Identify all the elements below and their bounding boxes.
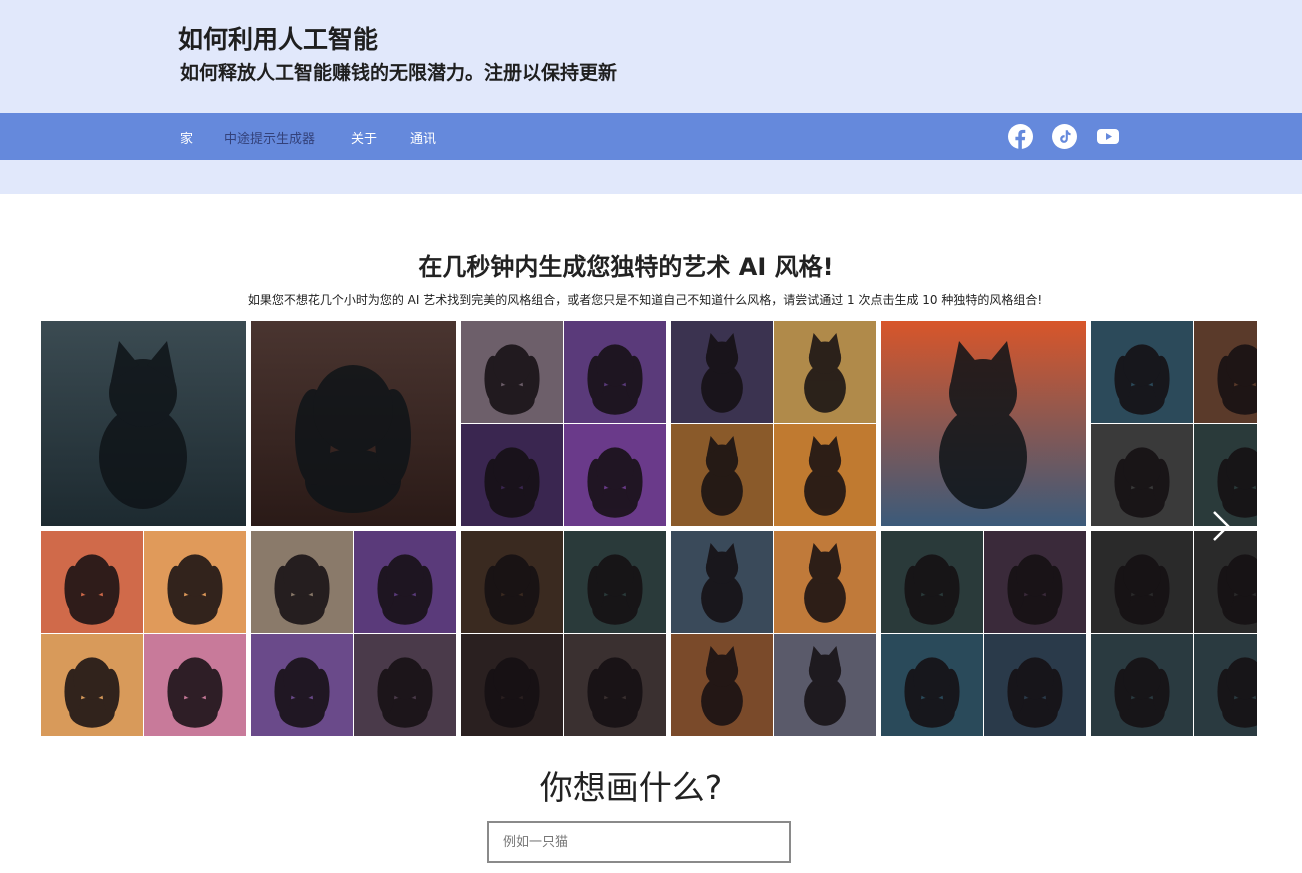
artwork-thumbnail bbox=[671, 321, 876, 526]
gallery-image[interactable] bbox=[251, 531, 456, 736]
gallery-image[interactable] bbox=[1091, 531, 1257, 736]
gallery-image[interactable] bbox=[461, 321, 666, 526]
gallery-image[interactable] bbox=[881, 531, 1086, 736]
hero-title: 在几秒钟内生成您独特的艺术 AI 风格! bbox=[418, 253, 834, 281]
chevron-right-icon[interactable] bbox=[1211, 509, 1231, 543]
style-gallery bbox=[41, 321, 1257, 736]
gallery-image[interactable] bbox=[461, 531, 666, 736]
artwork-thumbnail bbox=[1091, 531, 1257, 736]
gallery-image[interactable] bbox=[671, 321, 876, 526]
gallery-image[interactable] bbox=[881, 321, 1086, 526]
artwork-thumbnail bbox=[251, 321, 456, 526]
tiktok-icon[interactable] bbox=[1052, 124, 1077, 149]
gallery-image[interactable] bbox=[41, 531, 246, 736]
artwork-thumbnail bbox=[461, 531, 666, 736]
artwork-thumbnail bbox=[461, 321, 666, 526]
nav-item-prompt-generator[interactable]: 中途提示生成器 bbox=[224, 128, 315, 147]
nav-item-home[interactable]: 家 bbox=[180, 128, 193, 147]
gallery-image[interactable] bbox=[1091, 321, 1257, 526]
artwork-thumbnail bbox=[671, 531, 876, 736]
site-header: 如何利用人工智能 如何释放人工智能赚钱的无限潜力。注册以保持更新 bbox=[0, 0, 1302, 113]
artwork-thumbnail bbox=[41, 531, 246, 736]
gallery-image[interactable] bbox=[41, 321, 246, 526]
gallery-image[interactable] bbox=[671, 531, 876, 736]
artwork-thumbnail bbox=[251, 531, 456, 736]
prompt-question: 你想画什么? bbox=[539, 768, 723, 807]
site-tagline: 如何释放人工智能赚钱的无限潜力。注册以保持更新 bbox=[180, 62, 618, 84]
main-nav: 家 中途提示生成器 关于 通讯 bbox=[0, 113, 1302, 160]
artwork-thumbnail bbox=[881, 531, 1086, 736]
nav-item-about[interactable]: 关于 bbox=[351, 128, 377, 147]
hero-subtitle: 如果您不想花几个小时为您的 AI 艺术找到完美的风格组合，或者您只是不知道自己不… bbox=[247, 293, 1043, 307]
artwork-thumbnail bbox=[881, 321, 1086, 526]
nav-item-newsletter[interactable]: 通讯 bbox=[410, 128, 436, 147]
facebook-icon[interactable] bbox=[1008, 124, 1033, 149]
youtube-icon[interactable] bbox=[1096, 124, 1120, 149]
site-title[interactable]: 如何利用人工智能 bbox=[178, 20, 378, 56]
artwork-thumbnail bbox=[41, 321, 246, 526]
gallery-image[interactable] bbox=[251, 321, 456, 526]
artwork-thumbnail bbox=[1091, 321, 1257, 526]
prompt-input[interactable] bbox=[487, 821, 791, 863]
header-spacer bbox=[0, 160, 1302, 194]
